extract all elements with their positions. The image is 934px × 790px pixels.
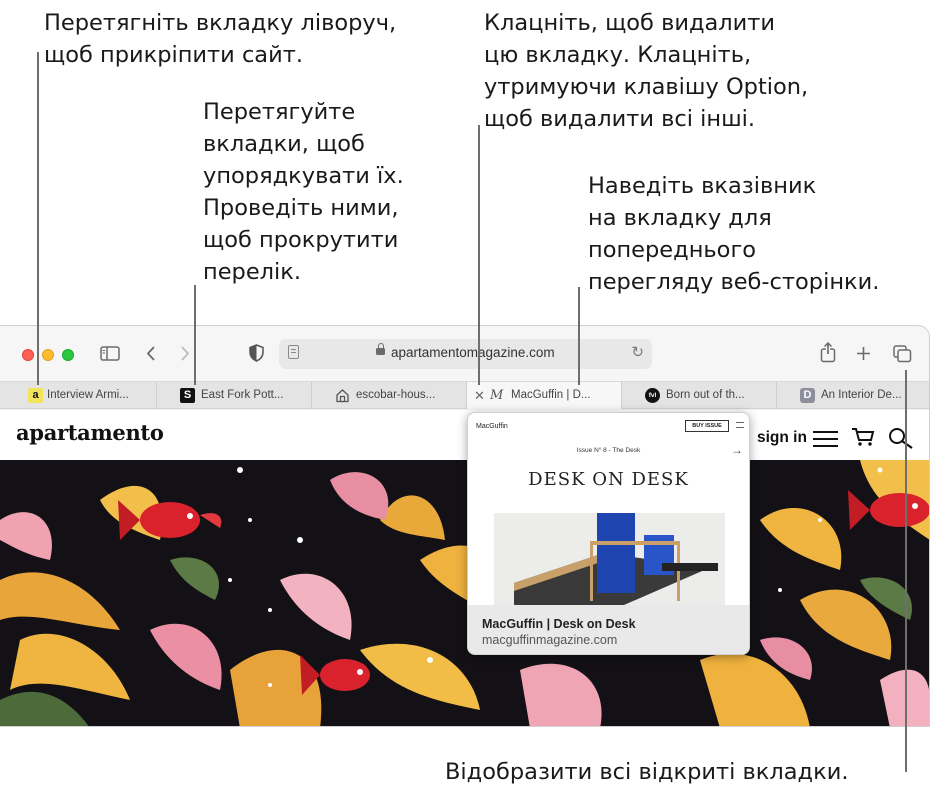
callout-line-text: Клацніть, щоб видалити <box>484 10 776 36</box>
shield-icon[interactable] <box>249 344 264 362</box>
callout-line-text: щоб видалити всі інші. <box>484 106 756 132</box>
toolbar: apartamentomagazine.com ↻ <box>0 326 929 381</box>
preview-page-url: macguffinmagazine.com <box>482 633 618 647</box>
tab-label: MacGuffin | D... <box>511 389 591 401</box>
tab-born-out[interactable]: fvl Born out of th... <box>622 382 777 409</box>
site-logo[interactable]: apartamento <box>16 420 164 445</box>
callout-close-tab: Клацніть, щоб видалити цю вкладку. Клацн… <box>484 7 808 135</box>
floral-artwork-image <box>0 460 929 726</box>
tab-bar: a Interview Armi... S East Fork Pott... … <box>0 381 929 409</box>
preview-arrow-icon: → <box>731 443 743 457</box>
minimize-window-button[interactable] <box>42 349 54 361</box>
callout-line-text: щоб прокрутити <box>203 227 399 253</box>
callout-show-all-tabs: Відобразити всі відкриті вкладки. <box>445 759 849 785</box>
callout-line-text: утримуючи клавішу Option, <box>484 74 809 100</box>
tab-label: Interview Armi... <box>47 389 129 401</box>
callout-leader-line <box>194 285 196 385</box>
tab-escobar[interactable]: escobar-hous... <box>312 382 467 409</box>
share-icon[interactable] <box>820 342 836 363</box>
preview-issue: Issue N° 8 - The Desk <box>576 447 641 454</box>
search-icon[interactable] <box>888 427 914 449</box>
tab-preview-popover[interactable]: MacGuffin BUY ISSUE Issue N° 8 - The Des… <box>467 412 750 655</box>
callout-pin-tab: Перетягніть вкладку ліворуч, щоб прикріп… <box>44 7 396 71</box>
callout-line-text: Наведіть вказівник <box>588 173 817 199</box>
callout-line-text: щоб прикріпити сайт. <box>44 42 303 68</box>
callout-reorder-tabs: Перетягуйте вкладки, щоб упорядкувати їх… <box>203 96 404 288</box>
tab-label: escobar-hous... <box>356 389 436 401</box>
favicon-fvl: fvl <box>645 388 660 403</box>
tab-east-fork[interactable]: S East Fork Pott... <box>157 382 312 409</box>
favicon-s: S <box>180 388 195 403</box>
address-bar[interactable]: apartamentomagazine.com ↻ <box>279 339 652 369</box>
callout-line-text: упорядкувати їх. <box>203 163 404 189</box>
tab-label: An Interior De... <box>821 389 902 401</box>
tab-interior[interactable]: D An Interior De... <box>777 382 929 409</box>
tab-interview[interactable]: a Interview Armi... <box>0 382 157 409</box>
house-favicon-icon <box>336 389 349 403</box>
preview-desk-image <box>494 513 725 605</box>
callout-line-text: попереднього <box>588 237 757 263</box>
close-window-button[interactable] <box>22 349 34 361</box>
lock-icon <box>376 343 385 355</box>
preview-buy-button: BUY ISSUE <box>685 420 729 432</box>
tab-overview-icon[interactable] <box>893 345 912 363</box>
sidebar-icon[interactable] <box>100 346 120 361</box>
new-tab-icon[interactable] <box>856 346 871 361</box>
back-icon[interactable] <box>145 345 157 362</box>
preview-page-title: MacGuffin | Desk on Desk <box>482 617 636 631</box>
callout-line-text: на вкладку для <box>588 205 772 231</box>
browser-window: apartamentomagazine.com ↻ a Interview Ar… <box>0 325 930 727</box>
callout-hover-preview: Наведіть вказівник на вкладку для попере… <box>588 170 879 298</box>
reload-icon[interactable]: ↻ <box>631 343 644 361</box>
tab-label: Born out of th... <box>666 389 745 401</box>
callout-line-text: Проведіть ними, <box>203 195 399 221</box>
cart-icon[interactable] <box>851 427 875 447</box>
callout-line-text: перелік. <box>203 259 302 285</box>
callout-line-text: вкладки, щоб <box>203 131 365 157</box>
callout-line-text: Перетягніть вкладку ліворуч, <box>44 10 397 36</box>
zoom-window-button[interactable] <box>62 349 74 361</box>
favicon-a: a <box>28 388 43 403</box>
site-header: apartamento sign in <box>0 410 929 460</box>
callout-leader-line <box>905 370 907 772</box>
sign-in-link[interactable]: sign in <box>757 429 807 447</box>
callout-leader-line <box>478 125 480 385</box>
hero-image <box>0 460 929 726</box>
macguffin-favicon-icon: M <box>490 388 504 403</box>
preview-footer: MacGuffin | Desk on Desk macguffinmagazi… <box>468 605 749 654</box>
callout-line-text: Перетягуйте <box>203 99 356 125</box>
callout-line-text: перегляду веб-сторінки. <box>588 269 880 295</box>
preview-headline: DESK ON DESK <box>528 469 689 490</box>
callout-leader-line <box>37 52 39 385</box>
address-url: apartamentomagazine.com <box>391 345 555 360</box>
callout-line-text: цю вкладку. Клацніть, <box>484 42 752 68</box>
tab-label: East Fork Pott... <box>201 389 284 401</box>
tab-macguffin[interactable]: ✕ M MacGuffin | D... <box>467 382 622 409</box>
forward-icon[interactable] <box>179 345 191 362</box>
favicon-d: D <box>800 388 815 403</box>
preview-brand: MacGuffin <box>476 423 508 430</box>
callout-leader-line <box>578 287 580 385</box>
close-tab-icon[interactable]: ✕ <box>474 382 485 409</box>
preview-menu-icon <box>736 422 744 428</box>
page-icon[interactable] <box>288 345 299 359</box>
menu-icon[interactable] <box>813 431 838 447</box>
